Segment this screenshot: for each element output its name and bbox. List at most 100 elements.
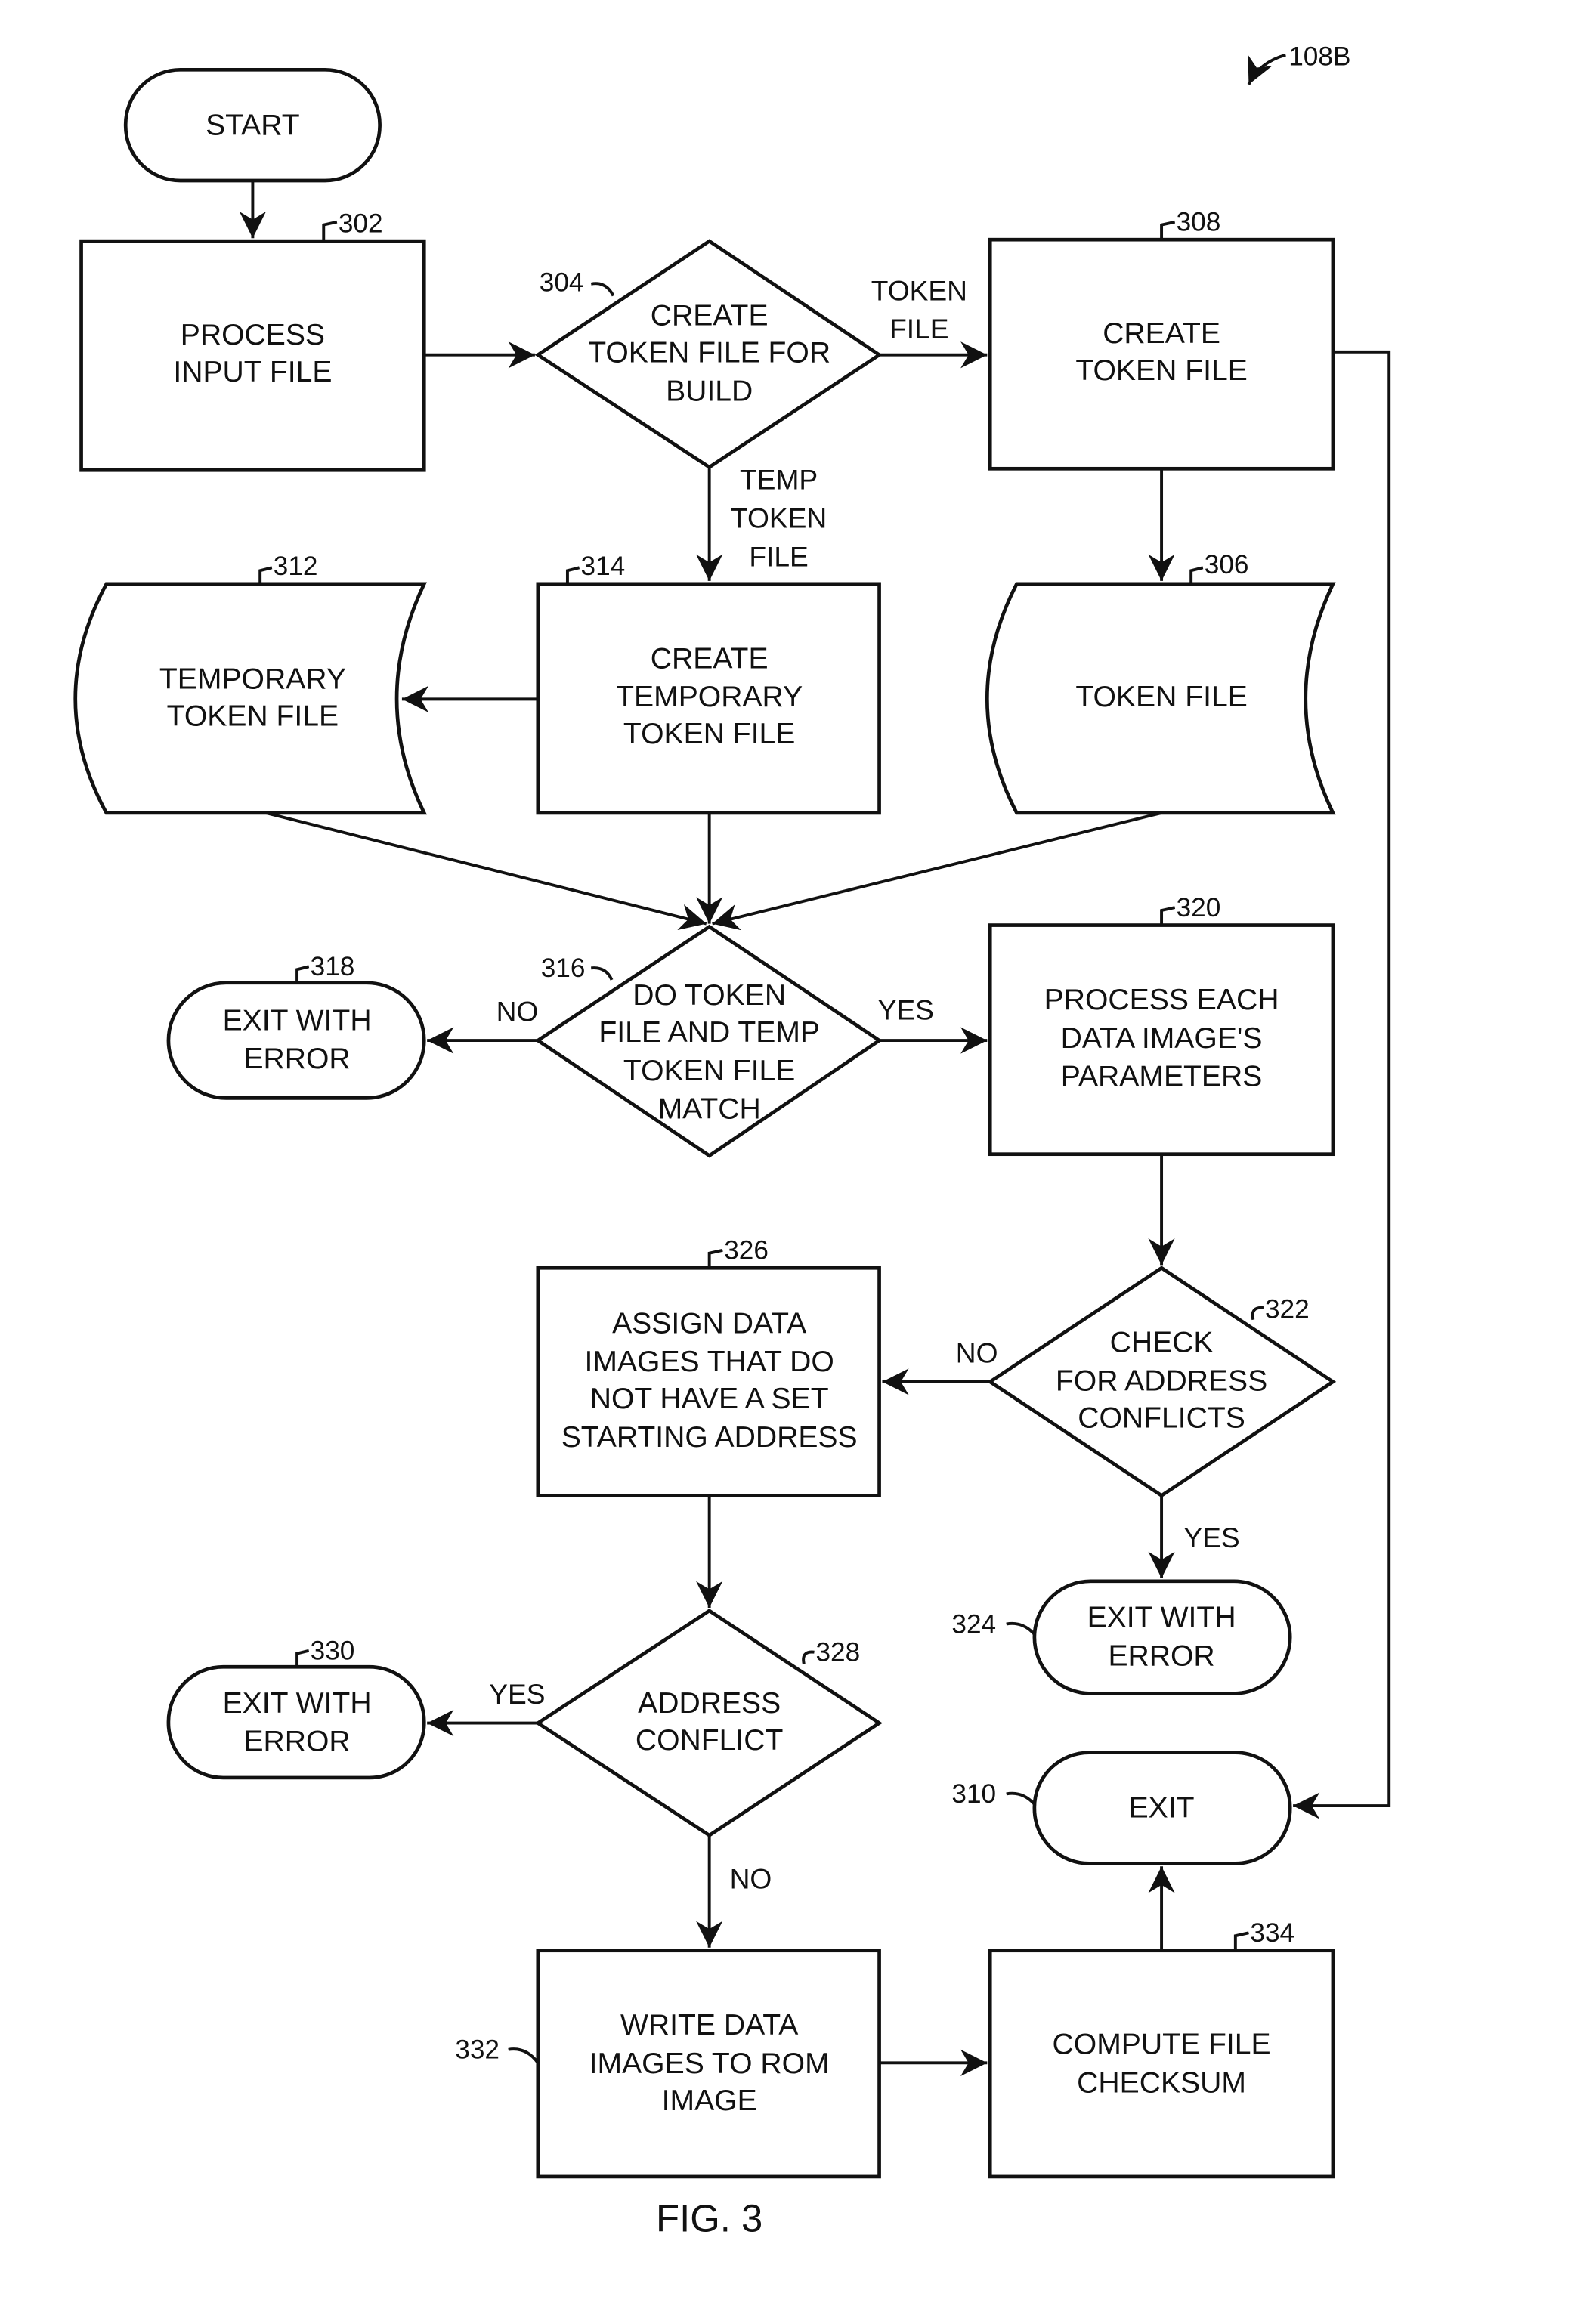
ref-number: 334: [1250, 1918, 1294, 1948]
edge-label-328-yes: YES: [489, 1678, 545, 1710]
node-text: FILE AND TEMP: [598, 1016, 820, 1049]
node-332-write-data-images: 332 WRITE DATA IMAGES TO ROM IMAGE: [455, 1949, 881, 2179]
node-314-create-temporary-token-file: 314 CREATE TEMPORARY TOKEN FILE: [536, 552, 881, 815]
node-text: TOKEN FILE: [623, 718, 795, 750]
node-text: TOKEN FILE: [623, 1055, 795, 1087]
node-text: MATCH: [658, 1093, 761, 1126]
edge-306-316: [712, 811, 1162, 931]
figure-reference: 108B: [1247, 42, 1350, 85]
ref-number: 310: [951, 1779, 996, 1809]
ref-leader: [1006, 1621, 1036, 1636]
ref-number: 306: [1205, 550, 1249, 579]
ref-number: 314: [581, 552, 626, 581]
ref-leader: [802, 1650, 815, 1664]
node-text: DATA IMAGE'S: [1061, 1022, 1263, 1055]
node-text: COMPUTE FILE: [1053, 2029, 1271, 2061]
node-start: START: [123, 67, 382, 183]
node-text: EXIT WITH: [223, 1004, 372, 1037]
ref-number: 302: [339, 209, 383, 238]
edge-label-temp-token-file-2: TOKEN: [731, 502, 827, 534]
node-text: ADDRESS: [638, 1687, 781, 1720]
ref-leader: [1233, 1931, 1249, 1951]
node-302-process-input-file: 302 PROCESS INPUT FILE: [79, 209, 426, 472]
edge-312-316: [265, 811, 707, 931]
ref-leader: [591, 966, 614, 981]
stored-data-shape: [73, 582, 427, 815]
node-text: ASSIGN DATA: [612, 1307, 807, 1340]
node-text: IMAGES THAT DO: [585, 1346, 834, 1378]
node-text: TEMPORARY: [616, 681, 803, 713]
ref-leader: [707, 1248, 723, 1269]
node-330-exit-with-error: 330 EXIT WITH ERROR: [166, 1636, 426, 1780]
ref-leader: [322, 220, 338, 242]
ref-number: 328: [815, 1637, 860, 1667]
node-text: ERROR: [243, 1043, 350, 1075]
ref-leader: [590, 282, 615, 297]
reference-arrow-icon: [1247, 53, 1286, 85]
ref-number: 318: [311, 952, 355, 981]
edge-label-token-file-1: TOKEN: [871, 274, 967, 306]
node-324-exit-with-error: 324 EXIT WITH ERROR: [951, 1579, 1292, 1695]
node-text: WRITE DATA: [620, 2009, 799, 2041]
ref-leader: [1160, 220, 1176, 240]
edge-label-328-no: NO: [730, 1863, 772, 1895]
terminator-shape: [166, 1664, 426, 1780]
node-text: ERROR: [1108, 1639, 1214, 1672]
terminator-shape: [1032, 1579, 1292, 1695]
node-text: CREATE: [651, 642, 769, 675]
flowchart-canvas: 108B TOKEN FILE TEMP TOKEN FILE NO YES N…: [0, 0, 1596, 2320]
node-334-compute-file-checksum: 334 COMPUTE FILE CHECKSUM: [988, 1918, 1335, 2179]
node-312-temporary-token-file-store: 312 TEMPORARY TOKEN FILE: [73, 552, 427, 815]
node-text: TOKEN FILE: [167, 700, 339, 733]
node-text: IMAGE: [662, 2084, 757, 2117]
node-text: FOR ADDRESS: [1056, 1365, 1267, 1398]
edge-label-322-no: NO: [956, 1337, 998, 1368]
ref-leader: [1189, 566, 1204, 584]
node-text: EXIT: [1129, 1792, 1195, 1825]
ref-number: 316: [541, 953, 586, 983]
ref-number: 324: [951, 1609, 996, 1639]
process-box: [988, 1949, 1335, 2179]
ref-leader: [295, 1649, 310, 1667]
node-text: START: [206, 109, 300, 141]
node-text: CHECKSUM: [1077, 2066, 1246, 2099]
figure-reference-label: 108B: [1288, 42, 1350, 71]
edge-label-322-yes: YES: [1183, 1522, 1239, 1553]
node-328-address-conflict-decision: 328 ADDRESS CONFLICT: [534, 1609, 883, 1837]
ref-leader: [508, 2047, 540, 2064]
ref-number: 312: [274, 552, 318, 581]
node-text: DO TOKEN: [633, 979, 786, 1012]
ref-leader: [1251, 1306, 1264, 1321]
node-318-exit-with-error: 318 EXIT WITH ERROR: [166, 952, 426, 1100]
ref-number: 326: [724, 1236, 769, 1266]
edge-label-temp-token-file-1: TEMP: [740, 464, 818, 496]
ref-number: 320: [1177, 893, 1221, 922]
node-text: EXIT WITH: [223, 1687, 372, 1720]
node-text: TOKEN FILE: [1075, 354, 1247, 387]
node-text: PARAMETERS: [1061, 1061, 1263, 1093]
node-text: PROCESS: [181, 319, 325, 351]
terminator-shape: [166, 981, 426, 1100]
node-306-token-file-store: 306 TOKEN FILE: [985, 550, 1336, 815]
node-text: TOKEN FILE: [1075, 681, 1247, 713]
ref-number: 308: [1177, 207, 1221, 236]
ref-number: 332: [455, 2035, 500, 2064]
node-310-exit: 310 EXIT: [951, 1751, 1292, 1865]
node-text: BUILD: [666, 375, 753, 407]
node-text: NOT HAVE A SET: [590, 1383, 829, 1415]
node-text: STARTING ADDRESS: [561, 1421, 858, 1454]
node-text: ERROR: [243, 1726, 350, 1758]
node-text: EXIT WITH: [1087, 1601, 1236, 1633]
figure-caption: FIG. 3: [656, 2196, 762, 2239]
node-308-create-token-file: 308 CREATE TOKEN FILE: [988, 207, 1335, 471]
node-text: IMAGES TO ROM: [589, 2047, 830, 2080]
process-box: [536, 1266, 881, 1497]
node-text: INPUT FILE: [173, 356, 332, 388]
edge-label-316-no: NO: [496, 996, 539, 1028]
ref-leader: [1006, 1791, 1036, 1806]
ref-number: 322: [1265, 1295, 1310, 1324]
node-text: TEMPORARY: [159, 663, 346, 696]
node-text: CONFLICTS: [1078, 1402, 1245, 1434]
flowchart-diagram: 108B TOKEN FILE TEMP TOKEN FILE NO YES N…: [73, 42, 1391, 2239]
ref-leader: [295, 965, 310, 983]
